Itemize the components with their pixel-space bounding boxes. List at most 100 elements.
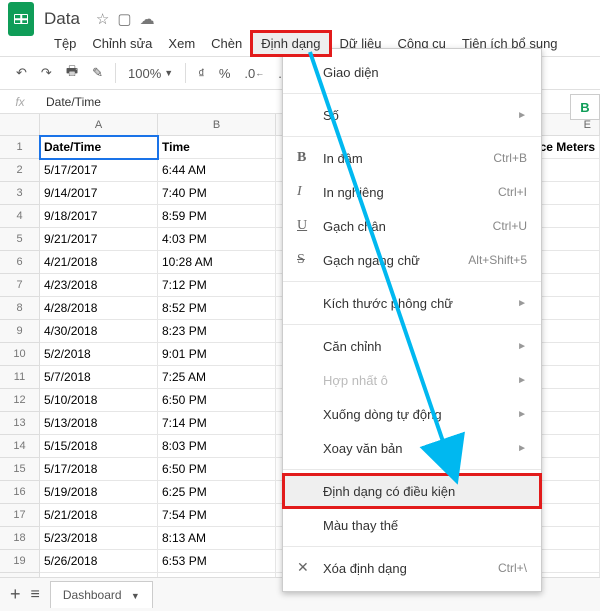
dd-conditional-format[interactable]: Định dạng có điều kiện — [283, 474, 541, 508]
row-header[interactable]: 8 — [0, 297, 40, 320]
row-header[interactable]: 15 — [0, 458, 40, 481]
cell[interactable]: 8:03 PM — [158, 435, 276, 458]
cell[interactable]: 9:01 PM — [158, 343, 276, 366]
cell[interactable]: 4/21/2018 — [40, 251, 158, 274]
print-icon[interactable]: 🖶 — [60, 58, 84, 88]
menu-view[interactable]: Xem — [160, 33, 203, 54]
row-header[interactable]: 6 — [0, 251, 40, 274]
cell[interactable]: 5/17/2017 — [40, 159, 158, 182]
col-header-a[interactable]: A — [40, 114, 158, 136]
dd-underline[interactable]: UGạch chânCtrl+U — [283, 209, 541, 243]
cell[interactable]: 7:14 PM — [158, 412, 276, 435]
sheets-logo-icon[interactable] — [8, 2, 34, 36]
row-header[interactable]: 7 — [0, 274, 40, 297]
cell[interactable]: 5/19/2018 — [40, 481, 158, 504]
cell[interactable]: 9/21/2017 — [40, 228, 158, 251]
cell[interactable]: 6:50 PM — [158, 458, 276, 481]
dd-align[interactable]: Căn chỉnh► — [283, 329, 541, 363]
col-header-b[interactable]: B — [158, 114, 276, 136]
doc-title[interactable]: Data — [44, 9, 80, 29]
dd-alt-color[interactable]: Màu thay thế — [283, 508, 541, 542]
cell[interactable]: 6:25 PM — [158, 481, 276, 504]
zoom-select[interactable]: 100% ▼ — [122, 62, 179, 85]
row-header[interactable]: 10 — [0, 343, 40, 366]
cell[interactable]: 8:59 PM — [158, 205, 276, 228]
row-header[interactable]: 13 — [0, 412, 40, 435]
cell[interactable]: 10:28 AM — [158, 251, 276, 274]
row-header[interactable]: 19 — [0, 550, 40, 573]
cell[interactable]: 7:25 AM — [158, 366, 276, 389]
menu-insert[interactable]: Chèn — [203, 33, 250, 54]
all-sheets-icon[interactable]: ≡ — [31, 586, 40, 604]
row-header[interactable]: 16 — [0, 481, 40, 504]
cell[interactable]: 9/14/2017 — [40, 182, 158, 205]
paint-format-icon[interactable]: ✎ — [86, 61, 109, 85]
currency-icon[interactable]: ₫ — [192, 62, 211, 85]
undo-icon[interactable]: ↶ — [10, 61, 33, 85]
redo-icon[interactable]: ↷ — [35, 61, 58, 85]
dd-number[interactable]: Số► — [283, 98, 541, 132]
cell[interactable]: 5/2/2018 — [40, 343, 158, 366]
folder-icon[interactable]: ▢ — [117, 10, 131, 28]
decrease-decimal-icon[interactable]: .0← — [238, 62, 270, 85]
row-header[interactable]: 1 — [0, 136, 40, 159]
cell[interactable]: 4:03 PM — [158, 228, 276, 251]
chevron-right-icon: ► — [517, 409, 527, 420]
row-header[interactable]: 9 — [0, 320, 40, 343]
cell[interactable]: 7:12 PM — [158, 274, 276, 297]
cell[interactable]: 5/15/2018 — [40, 435, 158, 458]
row-header[interactable]: 18 — [0, 527, 40, 550]
add-sheet-icon[interactable]: + — [10, 584, 21, 605]
cell[interactable]: 8:13 AM — [158, 527, 276, 550]
bold-side-button[interactable]: B — [570, 94, 600, 120]
dd-wrap[interactable]: Xuống dòng tự động► — [283, 397, 541, 431]
cell[interactable]: 7:40 PM — [158, 182, 276, 205]
row-header[interactable]: 5 — [0, 228, 40, 251]
row-header[interactable]: 12 — [0, 389, 40, 412]
menu-edit[interactable]: Chỉnh sửa — [84, 33, 160, 54]
cell[interactable]: 6:53 PM — [158, 550, 276, 573]
cell[interactable]: 4/30/2018 — [40, 320, 158, 343]
select-all-cell[interactable] — [0, 114, 40, 136]
tab-dashboard[interactable]: Dashboard ▼ — [50, 581, 153, 608]
cell[interactable]: 5/10/2018 — [40, 389, 158, 412]
cell[interactable]: 5/17/2018 — [40, 458, 158, 481]
cell[interactable]: 5/26/2018 — [40, 550, 158, 573]
cell[interactable]: 6:44 AM — [158, 159, 276, 182]
format-dropdown: Giao diện Số► BIn đậmCtrl+B IIn nghiêngC… — [282, 48, 542, 592]
dd-italic[interactable]: IIn nghiêngCtrl+I — [283, 175, 541, 209]
row-header[interactable]: 14 — [0, 435, 40, 458]
cell[interactable]: 6:50 PM — [158, 389, 276, 412]
menu-format[interactable]: Định dạng — [250, 30, 331, 57]
fx-icon: fx — [0, 95, 40, 109]
cell[interactable]: 5/7/2018 — [40, 366, 158, 389]
cell[interactable]: 8:23 PM — [158, 320, 276, 343]
dd-bold[interactable]: BIn đậmCtrl+B — [283, 141, 541, 175]
row-header[interactable]: 3 — [0, 182, 40, 205]
dd-fontsize[interactable]: Kích thước phông chữ► — [283, 286, 541, 320]
dd-theme[interactable]: Giao diện — [283, 55, 541, 89]
chevron-right-icon: ► — [517, 110, 527, 121]
cell[interactable]: 9/18/2017 — [40, 205, 158, 228]
percent-icon[interactable]: % — [213, 62, 237, 85]
cell[interactable]: 5/23/2018 — [40, 527, 158, 550]
cell[interactable]: 4/28/2018 — [40, 297, 158, 320]
row-header[interactable]: 4 — [0, 205, 40, 228]
menu-file[interactable]: Tệp — [46, 33, 84, 54]
cell[interactable]: 5/21/2018 — [40, 504, 158, 527]
row-header[interactable]: 17 — [0, 504, 40, 527]
star-icon[interactable]: ☆ — [96, 10, 109, 28]
cell[interactable]: 5/13/2018 — [40, 412, 158, 435]
cell-b1[interactable]: Time — [158, 136, 276, 159]
dd-strike[interactable]: SGạch ngang chữAlt+Shift+5 — [283, 243, 541, 277]
cell[interactable]: 8:52 PM — [158, 297, 276, 320]
cell[interactable]: 7:54 PM — [158, 504, 276, 527]
dd-rotate[interactable]: Xoay văn bản► — [283, 431, 541, 465]
row-header[interactable]: 2 — [0, 159, 40, 182]
formula-bar[interactable]: Date/Time — [40, 95, 101, 109]
cell-a1[interactable]: Date/Time — [40, 136, 158, 159]
cloud-icon[interactable]: ☁ — [140, 10, 155, 28]
cell[interactable]: 4/23/2018 — [40, 274, 158, 297]
row-header[interactable]: 11 — [0, 366, 40, 389]
dd-clear-format[interactable]: ✕Xóa định dạngCtrl+\ — [283, 551, 541, 585]
